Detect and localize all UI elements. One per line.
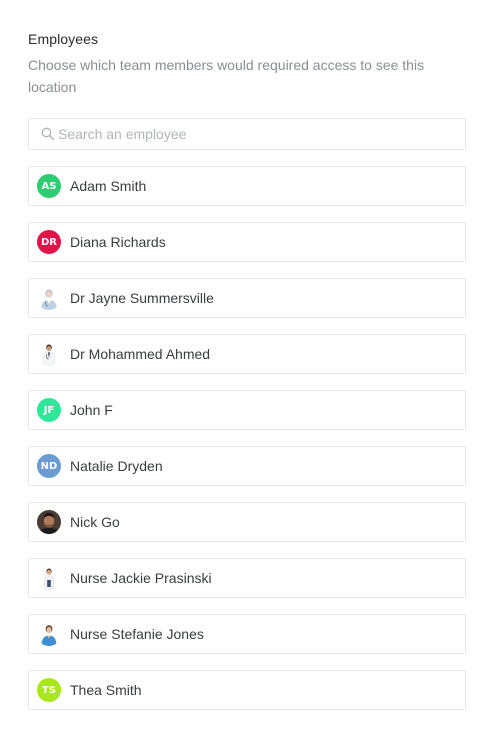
- employee-list: AS Adam Smith DR Diana Richards Dr Jayne…: [28, 166, 466, 726]
- employee-name: Nurse Jackie Prasinski: [70, 570, 212, 586]
- employee-name: Adam Smith: [70, 178, 147, 194]
- doctor-male-photo-icon: [37, 342, 61, 366]
- employee-row[interactable]: DR Diana Richards: [28, 222, 466, 262]
- employee-row[interactable]: AS Adam Smith: [28, 166, 466, 206]
- employee-name: Diana Richards: [70, 234, 166, 250]
- employee-row[interactable]: JF John F: [28, 390, 466, 430]
- section-description: Choose which team members would required…: [28, 57, 425, 95]
- employee-search-box[interactable]: [28, 118, 466, 150]
- employee-name: Dr Jayne Summersville: [70, 290, 214, 306]
- employee-name: Dr Mohammed Ahmed: [70, 346, 211, 362]
- nurse-male-photo-icon: [37, 566, 61, 590]
- employee-name: Natalie Dryden: [70, 458, 163, 474]
- employee-row[interactable]: Nurse Jackie Prasinski: [28, 558, 466, 598]
- employee-name: John F: [70, 402, 113, 418]
- employee-row[interactable]: Nurse Stefanie Jones: [28, 614, 466, 654]
- avatar-initials: JF: [37, 398, 61, 422]
- employee-search-input[interactable]: [58, 119, 458, 149]
- employee-row[interactable]: Dr Jayne Summersville: [28, 278, 466, 318]
- avatar-initials: TS: [37, 678, 61, 702]
- employee-name: Nick Go: [70, 514, 120, 530]
- avatar-initials: DR: [37, 230, 61, 254]
- employee-row[interactable]: ND Natalie Dryden: [28, 446, 466, 486]
- search-icon: [41, 127, 55, 141]
- employee-row[interactable]: Dr Mohammed Ahmed: [28, 334, 466, 374]
- section-title: Employees: [28, 31, 99, 47]
- nurse-female-photo-icon: [37, 622, 61, 646]
- man-portrait-photo-icon: [37, 510, 61, 534]
- employee-row[interactable]: TS Thea Smith: [28, 670, 466, 710]
- avatar-initials: AS: [37, 174, 61, 198]
- doctor-female-photo-icon: [37, 286, 61, 310]
- employee-row[interactable]: Nick Go: [28, 502, 466, 542]
- employee-name: Nurse Stefanie Jones: [70, 626, 204, 642]
- employee-name: Thea Smith: [70, 682, 142, 698]
- avatar-initials: ND: [37, 454, 61, 478]
